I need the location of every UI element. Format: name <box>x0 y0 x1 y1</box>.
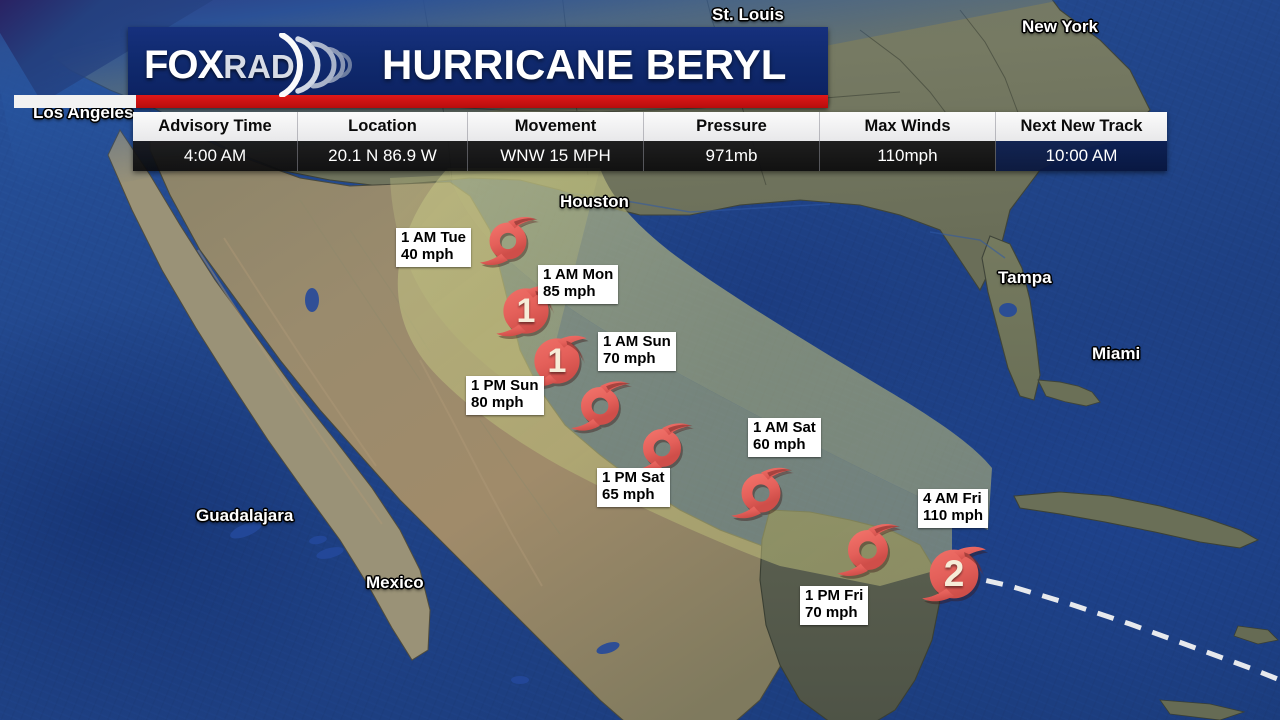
stats-header-row: Advisory Time Location Movement Pressure Max… <box>133 112 1167 141</box>
foxrad-logo: FOX RAD <box>128 27 378 103</box>
track-point-time: 4 AM Fri <box>923 490 982 507</box>
landmass-florida <box>981 235 1041 401</box>
stats-header-cell: Movement <box>468 112 644 141</box>
stats-value-cell: 20.1 N 86.9 W <box>298 141 468 171</box>
track-point-time: 1 AM Sat <box>753 419 816 436</box>
track-point-wind: 85 mph <box>543 282 596 300</box>
advisory-stats-table: Advisory Time Location Movement Pressure Max… <box>133 112 1167 171</box>
page-title: HURRICANE BERYL <box>382 41 787 88</box>
track-point-time: 1 AM Mon <box>543 266 614 283</box>
city-label: Miami <box>1092 344 1141 363</box>
track-point-time: 1 AM Sun <box>603 333 671 350</box>
banner-red-bar <box>128 95 828 108</box>
stats-value-cell: 4:00 AM <box>133 141 298 171</box>
stats-value-cell: 971mb <box>644 141 820 171</box>
stats-header-cell: Max Winds <box>820 112 996 141</box>
track-point-wind: 40 mph <box>401 245 454 263</box>
city-label: St. Louis <box>712 5 784 24</box>
stats-value-cell: WNW 15 MPH <box>468 141 644 171</box>
city-label: Tampa <box>998 268 1052 287</box>
track-point-wind: 80 mph <box>471 393 524 411</box>
track-point-time: 1 PM Fri <box>805 587 864 604</box>
foxrad-logo-text: FOX RAD <box>144 45 295 85</box>
track-point-wind: 70 mph <box>603 349 656 367</box>
track-point-label: 4 AM Fri 110 mph <box>918 489 989 528</box>
hurricane-outline-icon[interactable] <box>828 510 908 590</box>
banner-white-stub <box>14 95 136 108</box>
landmass-cuba <box>1013 491 1260 549</box>
track-point-wind: 60 mph <box>753 435 806 453</box>
landmass-florida-keys <box>1037 379 1101 407</box>
track-point-label: 1 AM Tue 40 mph <box>396 228 472 267</box>
track-point-wind: 65 mph <box>602 485 655 503</box>
stats-header-cell: Location <box>298 112 468 141</box>
stats-value-cell: 10:00 AM <box>996 141 1167 171</box>
track-point-label: 1 PM Fri 70 mph <box>800 586 869 625</box>
stats-header-cell: Next New Track <box>996 112 1167 141</box>
hurricane-outline-icon[interactable] <box>722 454 800 532</box>
track-point-wind: 110 mph <box>923 506 984 524</box>
stats-value-row: 4:00 AM 20.1 N 86.9 W WNW 15 MPH 971mb 110mp… <box>133 141 1167 171</box>
hurricane-filled-icon[interactable]: 2 <box>912 532 996 616</box>
logo-rad-text: RAD <box>223 48 295 85</box>
track-point-label: 1 PM Sat 65 mph <box>597 468 670 507</box>
city-label: New York <box>1022 17 1098 36</box>
hurricane-forecast-map: 112 1 AM Tue 40 mph 1 AM Mon 85 mph 1 PM Sun… <box>0 0 1280 720</box>
city-label: Houston <box>560 192 629 211</box>
stats-header-cell: Advisory Time <box>133 112 298 141</box>
logo-fox-text: FOX <box>144 43 224 87</box>
landmass-island-small <box>1233 625 1279 645</box>
track-point-label: 1 AM Sun 70 mph <box>598 332 676 371</box>
track-point-time: 1 PM Sat <box>602 469 665 486</box>
city-label: Guadalajara <box>196 506 294 525</box>
track-point-time: 1 AM Tue <box>401 229 467 246</box>
stats-header-cell: Pressure <box>644 112 820 141</box>
city-label: Mexico <box>366 573 424 592</box>
header-banner: FOX RAD HURRICANE BERYL <box>128 27 828 103</box>
track-point-label: 1 AM Sat 60 mph <box>748 418 821 457</box>
landmass-island-small-2 <box>1159 699 1246 720</box>
stats-value-cell: 110mph <box>820 141 996 171</box>
track-point-label: 1 PM Sun 80 mph <box>466 376 544 415</box>
track-point-wind: 70 mph <box>805 603 858 621</box>
track-point-time: 1 PM Sun <box>471 377 539 394</box>
hurricane-outline-icon[interactable] <box>471 204 545 278</box>
track-point-label: 1 AM Mon 85 mph <box>538 265 619 304</box>
